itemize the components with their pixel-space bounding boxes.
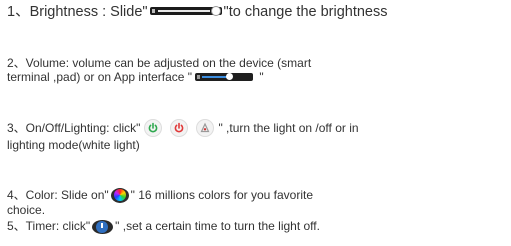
item-volume: 2、Volume: volume can be adjusted on the … [7,56,507,84]
power-on-icon [144,119,163,137]
timer-text-after: " ,set a certain time to turn the light … [115,219,320,233]
brightness-text-before: 1、Brightness : Slide" [7,4,148,20]
item-volume-line2: terminal ,pad) or on App interface " " [7,70,507,84]
lighting-mode-icon [196,119,215,137]
brightness-slider-icon [149,6,222,17]
color-wheel-icon [110,188,129,204]
volume-slider-icon [195,72,254,81]
timer-icon [92,219,114,234]
color-text-line2: choice. [7,203,46,218]
item-onoff-line1: 3、On/Off/Lighting: click" " ,turn the lig… [7,119,507,138]
power-off-icon [170,119,189,137]
item-color-line1: 4、Color: Slide on" " 16 millions colors f… [7,188,507,204]
item-color: 4、Color: Slide on" " 16 millions colors f… [7,188,507,217]
onoff-text-line2: lighting mode(white light) [7,138,140,152]
item-brightness-line: 1、Brightness : Slide" "to change the brig… [7,4,507,21]
timer-text-before: 5、Timer: click" [7,219,91,233]
item-brightness: 1、Brightness : Slide" "to change the brig… [7,4,507,21]
onoff-text-after: " ,turn the light on /off or in [218,121,359,136]
volume-text-after: " [256,70,264,84]
color-text-before: 4、Color: Slide on" [7,188,109,202]
item-timer: 5、Timer: click" " ,set a certain time to … [7,219,507,234]
volume-text-before: terminal ,pad) or on App interface " [7,70,193,84]
color-text-after: " 16 millions colors for you favorite [130,188,313,202]
onoff-text-before: 3、On/Off/Lighting: click" [7,121,141,136]
volume-text-line1: 2、Volume: volume can be adjusted on the … [7,56,312,70]
item-timer-line: 5、Timer: click" " ,set a certain time to … [7,219,507,234]
item-onoff: 3、On/Off/Lighting: click" " ,turn the lig… [7,119,507,152]
brightness-text-after: "to change the brightness [223,4,388,20]
